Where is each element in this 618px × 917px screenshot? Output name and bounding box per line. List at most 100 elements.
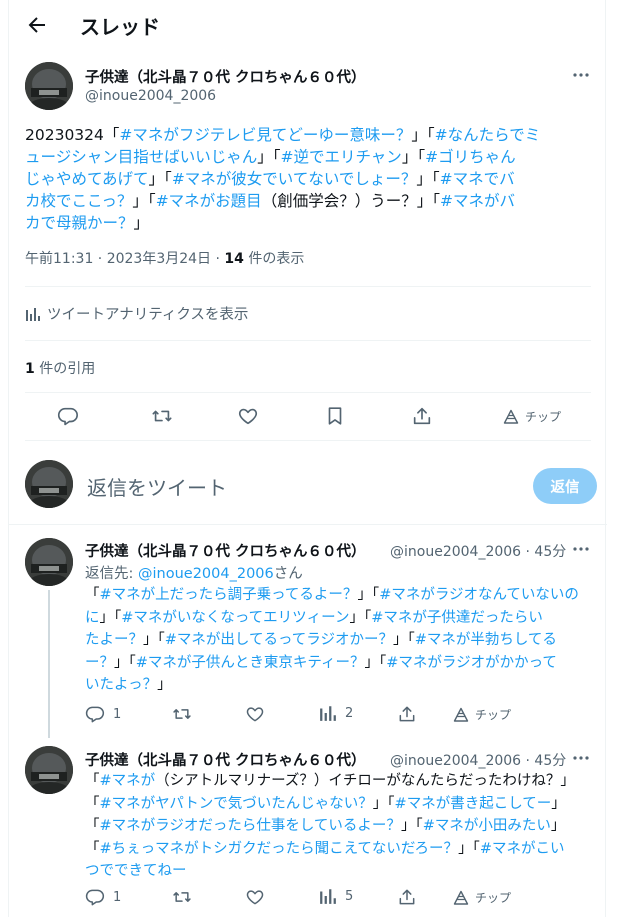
reply-author-handle[interactable]: @inoue2004_2006 · 45分 xyxy=(390,541,566,561)
back-arrow-icon[interactable] xyxy=(25,13,49,37)
avatar[interactable] xyxy=(25,62,73,110)
hashtag-link[interactable]: #マネがバ xyxy=(440,192,515,210)
hashtag-link[interactable]: #マネがこい xyxy=(480,841,565,857)
hashtag-link[interactable]: #マネが xyxy=(100,773,156,789)
text-segment: 」「 xyxy=(349,609,372,626)
hashtag-link[interactable]: ュージシャン目指せばいいじゃん xyxy=(25,148,257,166)
reply-author-handle[interactable]: @inoue2004_2006 · 45分 xyxy=(390,750,566,770)
views-button[interactable]: 2 xyxy=(319,704,353,722)
hashtag-link[interactable]: #マネが子供達だったらい xyxy=(371,610,543,626)
reply-author-name[interactable]: 子供達（北斗晶７０代 クロちゃん６０代） xyxy=(85,540,366,561)
like-button[interactable] xyxy=(245,887,265,907)
hashtag-link[interactable]: #マネがラジオだったら仕事をしているよー？ xyxy=(100,818,401,834)
hashtag-link[interactable]: #逆でエリチャン xyxy=(280,148,401,166)
hashtag-link[interactable]: #マネが子供んとき東京キティー？ xyxy=(136,655,365,671)
analytics-icon xyxy=(26,307,40,321)
retweet-button[interactable] xyxy=(171,887,193,907)
hashtag-link[interactable]: じゃやめてあげて xyxy=(25,170,149,188)
more-options-icon[interactable] xyxy=(571,65,591,85)
analytics-icon xyxy=(320,706,336,721)
divider xyxy=(25,392,591,393)
share-button[interactable] xyxy=(397,887,417,907)
replying-to-handle[interactable]: @inoue2004_2006 xyxy=(138,566,274,582)
tip-label: チップ xyxy=(475,708,512,722)
page-title: スレッド xyxy=(80,15,160,39)
tip-button[interactable]: チップ xyxy=(453,706,511,723)
divider xyxy=(25,286,591,287)
tip-button[interactable]: チップ xyxy=(453,889,511,906)
heart-icon xyxy=(246,890,264,905)
hashtag-link[interactable]: #マネが出してるってラジオかー？ xyxy=(165,632,393,648)
hashtag-link[interactable]: #マネが半勃ちしてる xyxy=(415,632,557,648)
hashtag-link[interactable]: #マネが小田みたい xyxy=(423,818,551,834)
reply-input[interactable]: 返信をツイート xyxy=(87,472,227,501)
hashtag-link[interactable]: #なんたらでミ xyxy=(435,126,541,144)
hashtag-link[interactable]: カで母親かー？ xyxy=(25,214,134,232)
hashtag-link[interactable]: #マネでバ xyxy=(440,170,515,188)
quote-label: 件の引用 xyxy=(34,361,96,377)
retweet-icon xyxy=(152,410,172,422)
text-segment: 」 xyxy=(157,677,172,693)
hashtag-link[interactable]: #マネがいなくなってエリツィーン xyxy=(121,610,349,626)
hashtag-link[interactable]: #マネがフジテレビ見てどーゆー意味ー？ xyxy=(119,126,411,144)
more-options-icon[interactable] xyxy=(571,748,591,768)
heart-icon xyxy=(246,707,264,722)
composer-avatar[interactable] xyxy=(25,460,73,508)
share-icon xyxy=(399,706,415,722)
hashtag-link[interactable]: カ校でここっ？ xyxy=(25,192,132,210)
hashtag-link[interactable]: ー？ xyxy=(85,655,114,671)
hashtag-link[interactable]: つでできてねー xyxy=(85,863,187,879)
text-segment: 」「 xyxy=(114,654,136,671)
reply-text: 「#マネが上だったら調子乗ってるよー？」「#マネがラジオなんていないの に」「#マ… xyxy=(85,584,597,697)
reply-button[interactable] xyxy=(57,405,79,427)
reply-icon xyxy=(85,889,105,906)
text-segment: 」「 xyxy=(392,632,415,648)
tip-button[interactable]: チップ xyxy=(503,408,561,425)
author-handle[interactable]: @inoue2004_2006 xyxy=(85,88,216,104)
hashtag-link[interactable]: に xyxy=(85,610,100,626)
text-segment: （シアトルマリナーズ？）イチローがなんたらだったわけね？」 xyxy=(155,773,575,789)
replying-to-suffix: さん xyxy=(273,566,303,582)
heart-icon xyxy=(238,408,258,425)
hashtag-link[interactable]: #ちぇっマネがトシガクだったら聞こえてないだろー？ xyxy=(100,841,459,857)
hashtag-link[interactable]: #マネがお題目 xyxy=(156,192,262,210)
reply-author-name[interactable]: 子供達（北斗晶７０代 クロちゃん６０代） xyxy=(85,749,366,770)
hashtag-link[interactable]: #マネが書き起こしてー xyxy=(395,796,552,812)
reply-text: 「#マネが（シアトルマリナーズ？）イチローがなんたらだったわけね？」 「#マネがヤ… xyxy=(85,770,597,883)
more-options-icon[interactable] xyxy=(571,539,591,559)
share-button[interactable] xyxy=(397,704,417,724)
bookmark-button[interactable] xyxy=(324,405,346,427)
retweet-button[interactable] xyxy=(171,704,193,724)
hashtag-link[interactable]: #マネがヤパトンで気づいたんじゃない？ xyxy=(100,796,373,812)
hashtag-link[interactable]: #ゴリちゃん xyxy=(425,148,516,166)
retweet-button[interactable] xyxy=(150,405,174,427)
tip-label: チップ xyxy=(525,410,562,424)
like-button[interactable] xyxy=(245,704,265,724)
text-segment: 」「 xyxy=(99,609,122,626)
hashtag-link[interactable]: #マネが彼女でいてないでしょー？ xyxy=(172,170,417,188)
reply-count: 1 xyxy=(113,889,122,905)
reply-button[interactable]: 1 xyxy=(85,704,121,724)
replying-to: 返信先: @inoue2004_2006さん xyxy=(85,562,303,583)
analytics-link[interactable]: ツイートアナリティクスを表示 xyxy=(25,303,248,324)
views-count: 5 xyxy=(345,888,354,904)
reply-submit-button[interactable]: 返信 xyxy=(533,468,597,504)
text-segment: 」「 xyxy=(372,795,395,812)
hashtag-link[interactable]: #マネが上だったら調子乗ってるよー？ xyxy=(100,587,358,603)
hashtag-link[interactable]: いたよっ？ xyxy=(85,677,157,693)
share-button[interactable] xyxy=(411,405,433,427)
text-segment: 」 xyxy=(551,795,566,812)
quote-tweets-link[interactable]: 1 件の引用 xyxy=(25,358,95,378)
reply-button[interactable]: 1 xyxy=(85,887,121,907)
reply-avatar[interactable] xyxy=(25,538,73,586)
reply-avatar[interactable] xyxy=(25,746,73,794)
author-name[interactable]: 子供達（北斗晶７０代 クロちゃん６０代） xyxy=(85,66,366,87)
views-button[interactable]: 5 xyxy=(319,887,353,905)
hashtag-link[interactable]: たよー？ xyxy=(85,632,143,648)
hashtag-link[interactable]: #マネがラジオがかかって xyxy=(386,655,557,671)
divider xyxy=(9,524,607,525)
tweet-timestamp[interactable]: 午前11:31 · 2023年3月24日 · xyxy=(25,251,224,267)
bookmark-icon xyxy=(328,407,342,425)
like-button[interactable] xyxy=(237,405,259,427)
hashtag-link[interactable]: #マネがラジオなんていないの xyxy=(379,587,579,603)
